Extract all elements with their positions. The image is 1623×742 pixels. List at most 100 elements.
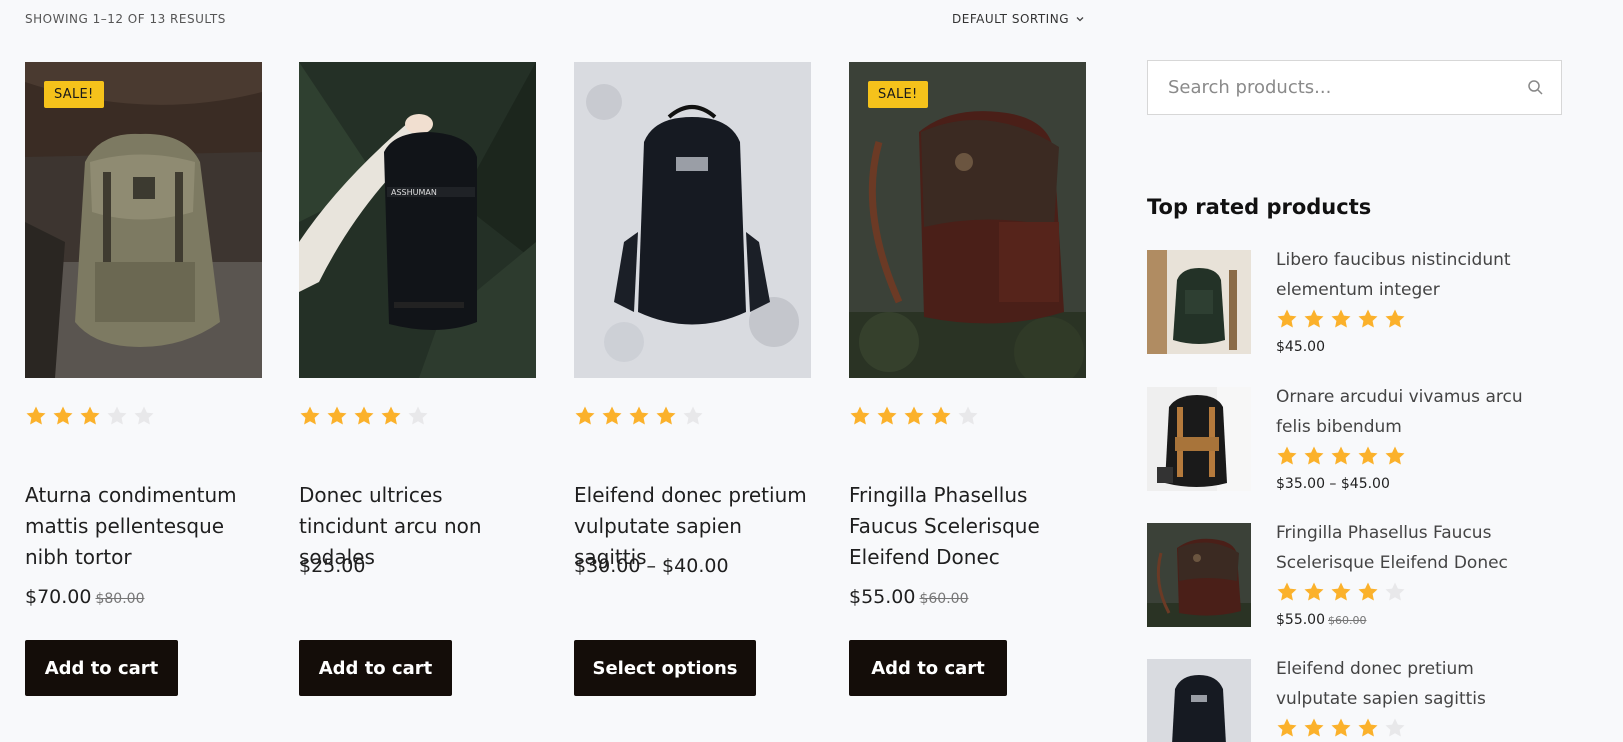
star-rating (1276, 445, 1406, 467)
top-rated-item: Ornare arcudui vivamus arcu felis bibend… (1147, 387, 1562, 507)
brown-leather-backpack-image (1147, 523, 1251, 627)
star-filled-icon (25, 405, 47, 427)
result-count: SHOWING 1–12 OF 13 RESULTS (25, 12, 226, 26)
star-filled-icon (79, 405, 101, 427)
star-filled-icon (1276, 308, 1298, 330)
star-filled-icon (1303, 308, 1325, 330)
top-rated-price: $35.00 – $45.00 (1276, 476, 1393, 492)
product-image[interactable] (849, 62, 1086, 378)
star-filled-icon (380, 405, 402, 427)
star-empty-icon (1384, 717, 1406, 739)
sorting-dropdown[interactable]: DEFAULT SORTING (952, 12, 1085, 26)
top-rated-item: Libero faucibus nistincidunt elementum i… (1147, 250, 1562, 370)
star-filled-icon (849, 405, 871, 427)
product-price: $30.00 – $40.00 (574, 555, 733, 577)
product-search (1147, 60, 1562, 115)
star-filled-icon (1330, 445, 1352, 467)
top-rated-price: $45.00 (1276, 339, 1328, 355)
select-options-button[interactable]: Select options (574, 640, 756, 696)
product-title[interactable]: Aturna condimentum mattis pellentesque n… (25, 480, 262, 573)
product-image[interactable] (574, 62, 811, 378)
star-empty-icon (407, 405, 429, 427)
search-icon[interactable] (1527, 79, 1544, 96)
sorting-label: DEFAULT SORTING (952, 12, 1069, 26)
star-filled-icon (1384, 445, 1406, 467)
chevron-down-icon (1076, 17, 1084, 22)
old-price: $80.00 (95, 591, 145, 607)
top-rated-title-link[interactable]: Eleifend donec pretium vulputate sapien … (1276, 654, 1546, 714)
top-rated-image[interactable] (1147, 659, 1251, 742)
black-backpack-snow-image (574, 62, 811, 378)
star-filled-icon (930, 405, 952, 427)
top-rated-image[interactable] (1147, 250, 1251, 354)
star-filled-icon (1303, 581, 1325, 603)
sale-badge: SALE! (868, 81, 928, 108)
star-filled-icon (299, 405, 321, 427)
star-filled-icon (601, 405, 623, 427)
star-rating (849, 405, 979, 427)
star-empty-icon (1384, 581, 1406, 603)
product-title[interactable]: Fringilla Phasellus Faucus Scelerisque E… (849, 480, 1086, 573)
star-empty-icon (133, 405, 155, 427)
star-empty-icon (957, 405, 979, 427)
star-rating (1276, 717, 1406, 739)
star-filled-icon (1357, 445, 1379, 467)
add-to-cart-button[interactable]: Add to cart (25, 640, 178, 696)
star-filled-icon (353, 405, 375, 427)
add-to-cart-button[interactable]: Add to cart (299, 640, 452, 696)
product-price: $25.00 (299, 555, 369, 577)
star-filled-icon (1384, 308, 1406, 330)
add-to-cart-button[interactable]: Add to cart (849, 640, 1007, 696)
svg-text:ASSHUMAN: ASSHUMAN (391, 188, 437, 197)
product-image[interactable]: ASSHUMAN (299, 62, 536, 378)
star-filled-icon (574, 405, 596, 427)
star-filled-icon (1276, 581, 1298, 603)
top-rated-image[interactable] (1147, 523, 1251, 627)
star-filled-icon (52, 405, 74, 427)
current-price: $25.00 (299, 555, 366, 577)
star-filled-icon (876, 405, 898, 427)
olive-backpack-image (25, 62, 262, 378)
star-rating (574, 405, 704, 427)
product-price: $55.00 $60.00 (849, 586, 968, 608)
search-input[interactable] (1168, 61, 1508, 114)
star-rating (1276, 308, 1406, 330)
star-filled-icon (1330, 308, 1352, 330)
product-image[interactable] (25, 62, 262, 378)
product-price: $70.00 $80.00 (25, 586, 144, 608)
green-backpack-image (1147, 250, 1251, 354)
black-backpack-hand-image: ASSHUMAN (299, 62, 536, 378)
current-price: $70.00 (25, 586, 92, 608)
top-rated-title-link[interactable]: Fringilla Phasellus Faucus Scelerisque E… (1276, 518, 1546, 578)
top-rated-price: $55.00 $60.00 (1276, 612, 1367, 628)
top-rated-image[interactable] (1147, 387, 1251, 491)
black-backpack-snow-image (1147, 659, 1251, 742)
star-filled-icon (1276, 445, 1298, 467)
star-empty-icon (682, 405, 704, 427)
star-filled-icon (655, 405, 677, 427)
shop-toolbar: SHOWING 1–12 OF 13 RESULTS DEFAULT SORTI… (25, 12, 1085, 28)
current-price: $35.00 – $45.00 (1276, 476, 1390, 492)
star-rating (299, 405, 429, 427)
top-rated-item: Fringilla Phasellus Faucus Scelerisque E… (1147, 523, 1562, 643)
current-price: $30.00 – $40.00 (574, 555, 729, 577)
sale-badge: SALE! (44, 81, 104, 108)
top-rated-title-link[interactable]: Ornare arcudui vivamus arcu felis bibend… (1276, 382, 1546, 442)
star-rating (1276, 581, 1406, 603)
star-filled-icon (1357, 717, 1379, 739)
top-rated-title: Top rated products (1147, 195, 1372, 219)
current-price: $55.00 (849, 586, 916, 608)
top-rated-title-link[interactable]: Libero faucibus nistincidunt elementum i… (1276, 245, 1546, 305)
star-rating (25, 405, 155, 427)
star-filled-icon (903, 405, 925, 427)
current-price: $55.00 (1276, 612, 1325, 628)
star-filled-icon (1276, 717, 1298, 739)
star-filled-icon (1330, 717, 1352, 739)
star-filled-icon (1357, 308, 1379, 330)
star-filled-icon (1303, 445, 1325, 467)
old-price: $60.00 (1328, 614, 1367, 627)
star-filled-icon (1357, 581, 1379, 603)
star-filled-icon (1330, 581, 1352, 603)
star-filled-icon (326, 405, 348, 427)
star-filled-icon (628, 405, 650, 427)
